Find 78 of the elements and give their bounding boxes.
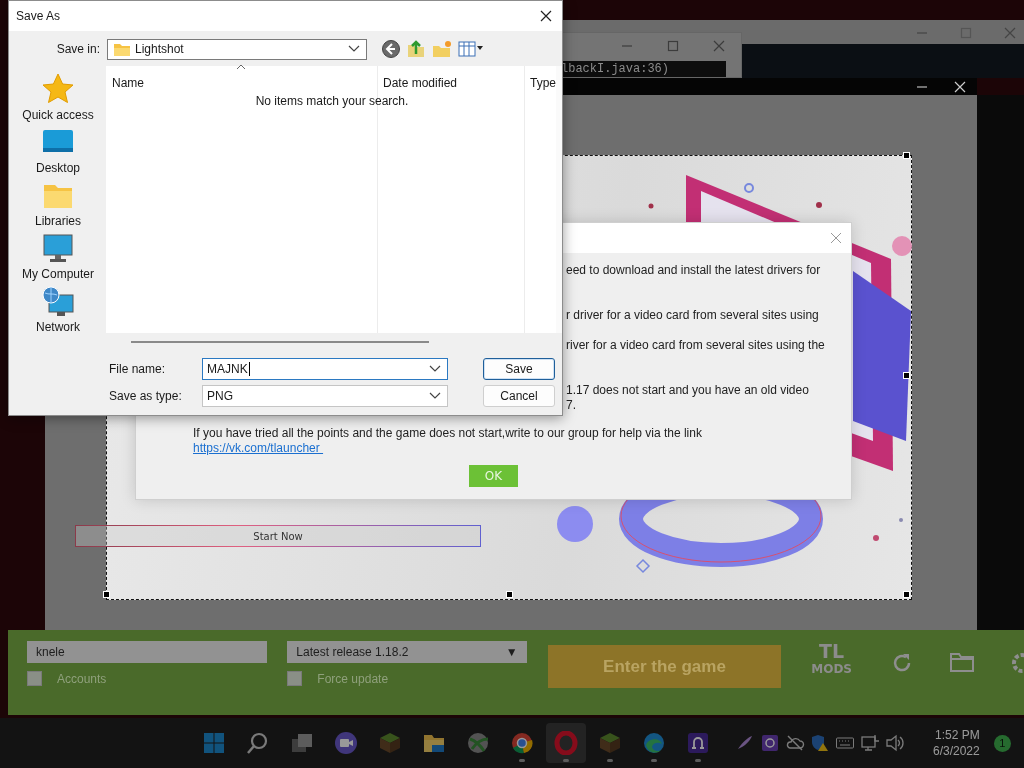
- clock-date[interactable]: 6/3/2022: [933, 743, 980, 759]
- username-field[interactable]: knele: [27, 641, 268, 663]
- swirl-icon: [642, 731, 666, 755]
- selection-handle[interactable]: [506, 591, 513, 598]
- network-icon: [41, 285, 75, 317]
- new-folder-icon[interactable]: [431, 39, 453, 59]
- chevron-down-icon: [429, 392, 441, 400]
- chevron-down-icon: [348, 45, 360, 53]
- message-text: r driver for a video card from several sites using: [566, 307, 819, 323]
- save-button[interactable]: Save: [483, 358, 555, 380]
- checkbox-label: Accounts: [57, 671, 107, 686]
- message-text: river for a video card from several sites using the: [566, 337, 825, 353]
- start-now-button[interactable]: Start Now: [75, 525, 481, 547]
- view-menu-icon[interactable]: [458, 40, 484, 58]
- save-in-dropdown[interactable]: Lightshot: [107, 38, 367, 60]
- horizontal-scrollbar[interactable]: [131, 341, 429, 343]
- column-header[interactable]: Date modified: [377, 76, 524, 90]
- stacked-windows-icon: [290, 731, 314, 755]
- network-monitor-icon[interactable]: [859, 733, 880, 753]
- square-app-icon[interactable]: [759, 733, 780, 753]
- grass-block-icon: [598, 731, 622, 755]
- logo-text: MODS: [811, 661, 852, 678]
- places-item[interactable]: Libraries: [10, 179, 106, 228]
- four-squares-icon: [202, 731, 226, 755]
- up-folder-icon[interactable]: [406, 39, 426, 59]
- location-text: Lightshot: [135, 42, 185, 56]
- close-icon[interactable]: [540, 10, 552, 22]
- file-name-field[interactable]: MAJNK: [202, 358, 448, 380]
- file-type-label: Save as type:: [109, 388, 183, 405]
- selection-handle[interactable]: [903, 152, 910, 159]
- pinwheel-circle-icon: [510, 731, 534, 755]
- column-header[interactable]: Name: [106, 76, 377, 90]
- folder-icon[interactable]: [949, 651, 975, 673]
- maximize-icon[interactable]: [667, 40, 679, 52]
- shield-warning-icon[interactable]: [809, 733, 830, 753]
- checkbox[interactable]: [27, 671, 42, 686]
- column-header[interactable]: Type: [524, 76, 556, 90]
- cloud-icon[interactable]: [784, 733, 805, 753]
- empty-message: No items match your search.: [254, 94, 410, 108]
- sphere-icon: [466, 731, 490, 755]
- message-text: If you have tried all the points and the game does not start,write to our group for help via the link: [193, 426, 703, 441]
- back-icon[interactable]: [381, 39, 401, 59]
- version-dropdown[interactable]: Latest release 1.18.2 ▼: [287, 641, 527, 663]
- selection-handle[interactable]: [103, 591, 110, 598]
- help-link[interactable]: https://vk.com/tlauncher: [193, 441, 324, 456]
- version-text: Latest release 1.18.2: [296, 645, 409, 659]
- message-text: 1.17 does not start and you have an old video: [566, 382, 809, 398]
- console-text: lbackI.java:36): [561, 61, 726, 77]
- file-type-dropdown[interactable]: PNG: [202, 385, 448, 407]
- places-item[interactable]: Network: [10, 285, 106, 334]
- chevron-down-icon: [429, 365, 441, 373]
- selection-handle[interactable]: [903, 372, 910, 379]
- message-text: eed to download and install the latest drivers for: [566, 262, 821, 278]
- horseshoe-tile-icon: [686, 731, 710, 755]
- star-icon: [41, 73, 75, 105]
- computer-icon: [41, 232, 75, 264]
- message-text: 7.: [566, 397, 576, 413]
- places-item[interactable]: Quick access: [10, 73, 106, 122]
- speaker-icon[interactable]: [884, 733, 905, 753]
- ring-icon: [554, 731, 578, 755]
- checkbox-label: Force update: [317, 671, 389, 686]
- dropdown-arrow: ▼: [505, 645, 518, 659]
- cancel-button[interactable]: Cancel: [483, 385, 555, 407]
- places-item[interactable]: My Computer: [10, 232, 106, 281]
- dialog-title: Save As: [16, 9, 61, 23]
- search-icon: [246, 731, 270, 755]
- gear-icon[interactable]: [1010, 651, 1024, 675]
- clock-time[interactable]: 1:52 PM: [935, 727, 980, 743]
- grass-block-icon: [378, 731, 402, 755]
- file-name-label: File name:: [109, 361, 167, 378]
- sort-caret-icon[interactable]: [236, 64, 246, 70]
- checkbox[interactable]: [287, 671, 303, 686]
- logo-text: TL: [819, 641, 845, 661]
- folder-icon: [113, 41, 131, 57]
- places-item[interactable]: Desktop: [10, 126, 106, 175]
- video-camera-icon: [334, 731, 358, 755]
- selection-handle[interactable]: [903, 591, 910, 598]
- save-in-label: Save in:: [55, 42, 100, 56]
